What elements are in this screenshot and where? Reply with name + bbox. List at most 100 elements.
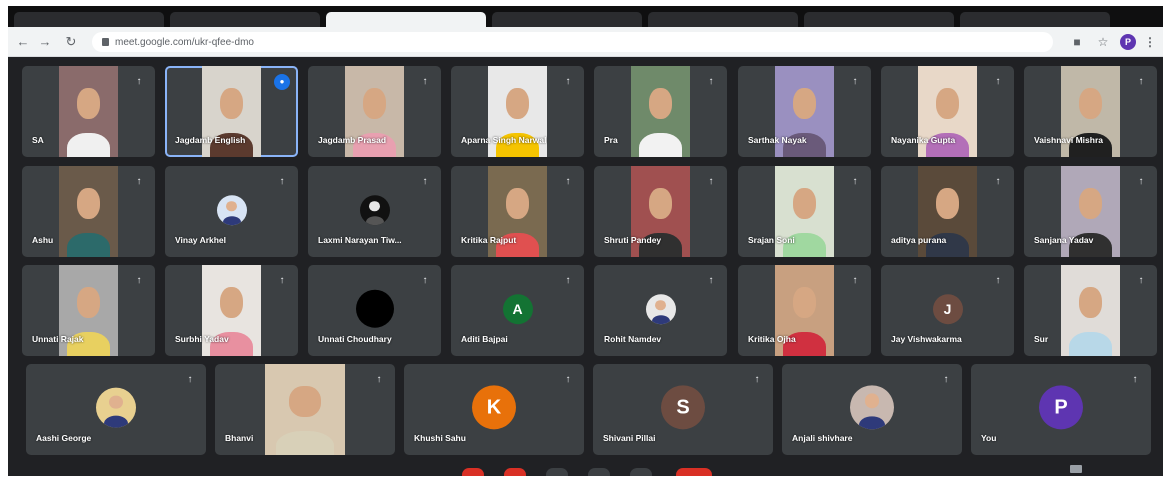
browser-tab[interactable] xyxy=(492,12,642,27)
forward-arrow-icon[interactable]: → xyxy=(36,33,54,51)
pin-icon[interactable]: ↑ xyxy=(417,74,433,90)
participant-tile[interactable]: ● Jagdamb English xyxy=(165,66,298,157)
pin-icon[interactable]: ↑ xyxy=(847,74,863,90)
raise-hand-button[interactable] xyxy=(588,468,610,476)
participant-tile[interactable]: ↑ Sur xyxy=(1024,265,1157,356)
participant-avatar: J xyxy=(932,293,963,324)
browser-tab[interactable] xyxy=(648,12,798,27)
participant-tile[interactable]: ↑ Sanjana Yadav xyxy=(1024,166,1157,257)
participant-name: Pra xyxy=(604,135,618,145)
participant-face xyxy=(648,87,673,119)
participant-face xyxy=(792,187,817,219)
pin-icon[interactable]: ↑ xyxy=(417,174,433,190)
address-bar[interactable]: meet.google.com/ukr-qfee-dmo xyxy=(92,32,1053,52)
participant-tile[interactable]: ↑ Srajan Soni xyxy=(738,166,871,257)
participant-tile[interactable]: ↑ Surbhi Yadav xyxy=(165,265,298,356)
participant-tile[interactable]: K ↑ Khushi Sahu xyxy=(404,364,584,455)
pin-icon[interactable]: ↑ xyxy=(560,74,576,90)
participant-tile[interactable]: ↑ Rohit Namdev xyxy=(594,265,727,356)
pin-icon[interactable]: ↑ xyxy=(560,174,576,190)
participant-tile[interactable]: ↑ Kritika Rajput xyxy=(451,166,584,257)
pin-icon[interactable]: ↑ xyxy=(274,273,290,289)
pin-icon[interactable]: ↑ xyxy=(417,273,433,289)
participant-tile[interactable]: ↑ Bhanvi xyxy=(215,364,395,455)
participant-tile[interactable]: ↑ Anjali shivhare xyxy=(782,364,962,455)
browser-menu-icon[interactable]: ⋮ xyxy=(1143,33,1157,51)
participant-name: Anjali shivhare xyxy=(792,433,853,443)
pin-icon[interactable]: ↑ xyxy=(131,174,147,190)
participant-name: Vaishnavi Mishra xyxy=(1034,135,1103,145)
participant-face xyxy=(935,87,960,119)
avatar-body xyxy=(365,216,384,225)
pin-icon[interactable]: ↑ xyxy=(560,372,576,388)
browser-tab[interactable] xyxy=(804,12,954,27)
pin-icon[interactable]: ↑ xyxy=(131,74,147,90)
pin-icon[interactable]: ↑ xyxy=(938,372,954,388)
back-arrow-icon[interactable]: ← xyxy=(14,33,32,51)
participant-tile[interactable]: ↑ Unnati Rajak xyxy=(22,265,155,356)
pin-icon[interactable]: ↑ xyxy=(847,174,863,190)
pin-icon[interactable]: ↑ xyxy=(182,372,198,388)
pin-icon[interactable]: ↑ xyxy=(1127,372,1143,388)
pin-icon[interactable]: ↑ xyxy=(749,372,765,388)
camera-indicator-icon[interactable]: ■ xyxy=(1069,33,1085,51)
participant-tile[interactable]: ↑ Kritika Ojha xyxy=(738,265,871,356)
leave-call-button[interactable] xyxy=(676,468,712,476)
browser-tab[interactable] xyxy=(960,12,1110,27)
participant-tile[interactable]: ↑ Aashi George xyxy=(26,364,206,455)
pin-icon[interactable]: ↑ xyxy=(990,273,1006,289)
participant-tile[interactable]: ↑ Jagdamb Prasad xyxy=(308,66,441,157)
reload-icon[interactable]: ↻ xyxy=(62,33,80,51)
captions-button[interactable] xyxy=(546,468,568,476)
participant-tile[interactable]: ↑ aditya purana xyxy=(881,166,1014,257)
participant-tile[interactable]: ↑ Ashu xyxy=(22,166,155,257)
participant-name: Jagdamb Prasad xyxy=(318,135,387,145)
pin-icon[interactable]: ↑ xyxy=(990,74,1006,90)
present-button[interactable] xyxy=(630,468,652,476)
participant-tile[interactable]: ↑ Nayanika Gupta xyxy=(881,66,1014,157)
lock-icon xyxy=(102,38,109,46)
participant-name: Unnati Rajak xyxy=(32,334,84,344)
mic-toggle-button[interactable] xyxy=(462,468,484,476)
participant-face xyxy=(935,187,960,219)
participant-name: aditya purana xyxy=(891,235,947,245)
participant-tile[interactable]: ↑ SA xyxy=(22,66,155,157)
camera-toggle-button[interactable] xyxy=(504,468,526,476)
browser-window: ← → ↻ meet.google.com/ukr-qfee-dmo ■ ☆ P… xyxy=(8,6,1163,476)
browser-tab[interactable] xyxy=(14,12,164,27)
participant-tile[interactable]: ↑ Shruti Pandey xyxy=(594,166,727,257)
participant-tile[interactable]: ↑ Laxmi Narayan Tiw... xyxy=(308,166,441,257)
pin-icon[interactable]: ↑ xyxy=(1133,74,1149,90)
pin-icon[interactable]: ↑ xyxy=(131,273,147,289)
pin-icon[interactable]: ↑ xyxy=(371,372,387,388)
pin-icon[interactable]: ↑ xyxy=(1133,273,1149,289)
participant-tile[interactable]: ↑ Vinay Arkhel xyxy=(165,166,298,257)
pin-icon[interactable]: ↑ xyxy=(703,273,719,289)
mic-active-icon[interactable]: ● xyxy=(274,74,290,90)
pin-icon[interactable]: ↑ xyxy=(990,174,1006,190)
browser-tab[interactable] xyxy=(170,12,320,27)
participant-tile[interactable]: A ↑ Aditi Bajpai xyxy=(451,265,584,356)
avatar-body xyxy=(858,416,886,429)
participant-tile[interactable]: ↑ Vaishnavi Mishra xyxy=(1024,66,1157,157)
participant-face xyxy=(792,286,817,318)
participant-tile[interactable]: J ↑ Jay Vishwakarma xyxy=(881,265,1014,356)
pin-icon[interactable]: ↑ xyxy=(274,174,290,190)
participant-tile[interactable]: ↑ Aparna Singh Narwal xyxy=(451,66,584,157)
participant-shirt xyxy=(639,133,682,157)
participant-tile[interactable]: ↑ Pra xyxy=(594,66,727,157)
participant-shirt xyxy=(1069,332,1112,356)
pin-icon[interactable]: ↑ xyxy=(1133,174,1149,190)
participant-tile[interactable]: ↑ Sarthak Nayak xyxy=(738,66,871,157)
pin-icon[interactable]: ↑ xyxy=(703,74,719,90)
browser-tab-active[interactable] xyxy=(326,12,486,27)
participant-tile[interactable]: ↑ Unnati Choudhary xyxy=(308,265,441,356)
pin-icon[interactable]: ↑ xyxy=(847,273,863,289)
participant-name: Unnati Choudhary xyxy=(318,334,392,344)
profile-avatar[interactable]: P xyxy=(1120,34,1136,50)
star-icon[interactable]: ☆ xyxy=(1095,33,1111,51)
pin-icon[interactable]: ↑ xyxy=(703,174,719,190)
participant-tile[interactable]: S ↑ Shivani Pillai xyxy=(593,364,773,455)
pin-icon[interactable]: ↑ xyxy=(560,273,576,289)
participant-tile[interactable]: P ↑ You xyxy=(971,364,1151,455)
